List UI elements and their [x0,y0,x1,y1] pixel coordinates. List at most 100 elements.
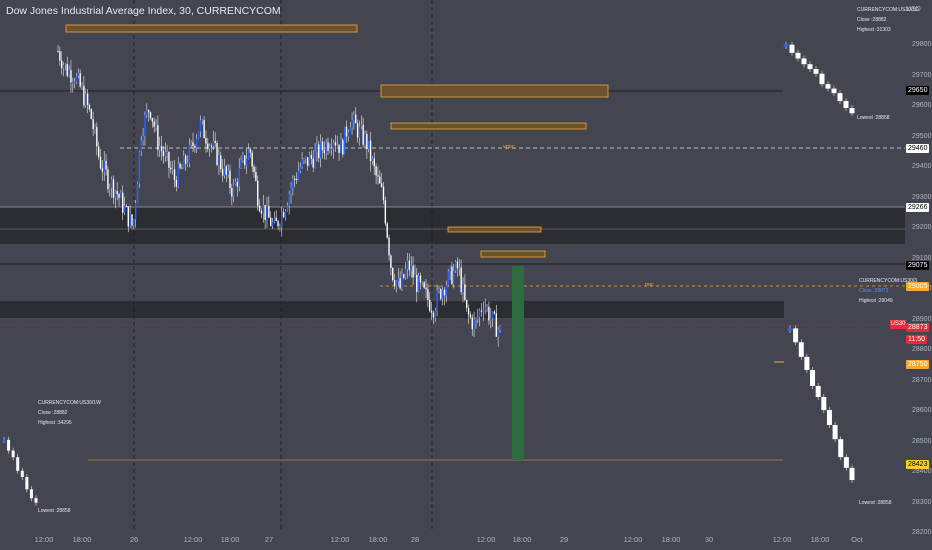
candle [286,205,289,211]
inset-3-candle [826,410,832,426]
candle [212,140,215,146]
time-tick: 18:00 [368,535,388,544]
candle [301,159,303,167]
candle [456,261,459,269]
candle [318,144,320,159]
candle [99,156,102,169]
candle [380,183,383,187]
candle [103,160,105,172]
candle [484,307,486,310]
inset-chart-1d [783,41,855,117]
price-tick: 28900 [912,315,932,323]
candle [251,152,253,167]
candle [290,187,292,195]
time-tick: 12:00 [772,535,792,544]
vpoc-label: vpoc [503,144,515,150]
inset-1d-info: CURRENCYCOM:US30/1D Close :28882 Highest… [857,5,919,35]
inset-3-candle [815,385,821,397]
candle [192,142,194,146]
candle [473,319,475,330]
price-tag: 28750 [906,360,930,370]
price-tick: 29400 [912,163,932,170]
candle [129,214,131,227]
price-tick: 28500 [912,437,932,445]
price-tick: 28300 [912,498,932,506]
price-tick: 29500 [912,132,932,140]
candle [122,192,124,213]
price-tag: 29266 [906,202,930,212]
support-band [0,301,784,318]
candle [495,313,498,337]
candle [221,168,224,176]
candle [401,274,403,289]
candle [347,131,350,137]
candle [229,170,231,189]
candle [140,140,142,152]
inset-1w-candle [2,439,6,442]
price-tag: 28873 [906,322,930,332]
inset-3-candle [787,328,793,331]
inset-1d-candle [813,69,819,74]
candle [136,183,139,204]
candle [408,260,411,271]
candle [216,142,218,165]
inset-1w-candle [25,477,29,490]
candle [203,120,205,139]
candle [138,151,141,184]
candle [199,120,202,132]
inset-1d-candle [783,44,789,47]
candle [429,299,431,311]
price-tick: 29800 [912,41,932,48]
inset-1d-candle [831,88,837,94]
candle [299,166,301,171]
candle [181,167,183,169]
candle [438,289,440,291]
candle [88,104,91,110]
candle [467,308,470,315]
candle [133,219,135,226]
candle [60,60,63,69]
inset-3-candle [810,369,816,386]
candle [430,310,433,313]
candle [166,151,168,153]
candle [225,166,227,175]
inset-1w-highest: Highest :34295 [38,420,72,426]
inset-3-candle [804,356,810,370]
candle [392,267,394,281]
candle [173,169,176,180]
chart-title: Dow Jones Industrial Average Index, 30, … [6,5,281,17]
inset-1w-candle [11,450,15,458]
candle [395,281,398,286]
candle [171,169,174,171]
candle [360,124,362,127]
day-separators [133,0,433,530]
candle [157,124,159,150]
candle [416,274,418,292]
time-tick: 18:00 [72,535,92,544]
inset-1w-candle [34,498,38,503]
candle [325,142,327,154]
price-tag: 29650 [906,85,930,95]
inset-3-symbol: CURRENCYCOM:US30/3 [859,278,918,284]
candle [190,142,192,145]
candle [96,127,98,147]
inset-1w-symbol: CURRENCYCOM:US30/1W [38,400,101,406]
inset-3-candle [821,396,827,411]
candle [316,144,318,152]
candle [308,155,311,166]
candle [284,210,287,218]
candle [268,205,270,218]
candle [149,112,152,119]
inset-1d-lowest: Lowest :28858 [857,115,890,121]
candle [353,114,355,121]
candle [257,180,259,206]
candle [279,226,281,228]
candle [160,146,163,152]
candle [68,70,70,76]
candle [120,192,122,198]
candle [159,146,161,150]
candle [406,260,409,270]
candle [273,217,276,222]
price-chart[interactable] [0,0,932,550]
candle [375,166,377,176]
